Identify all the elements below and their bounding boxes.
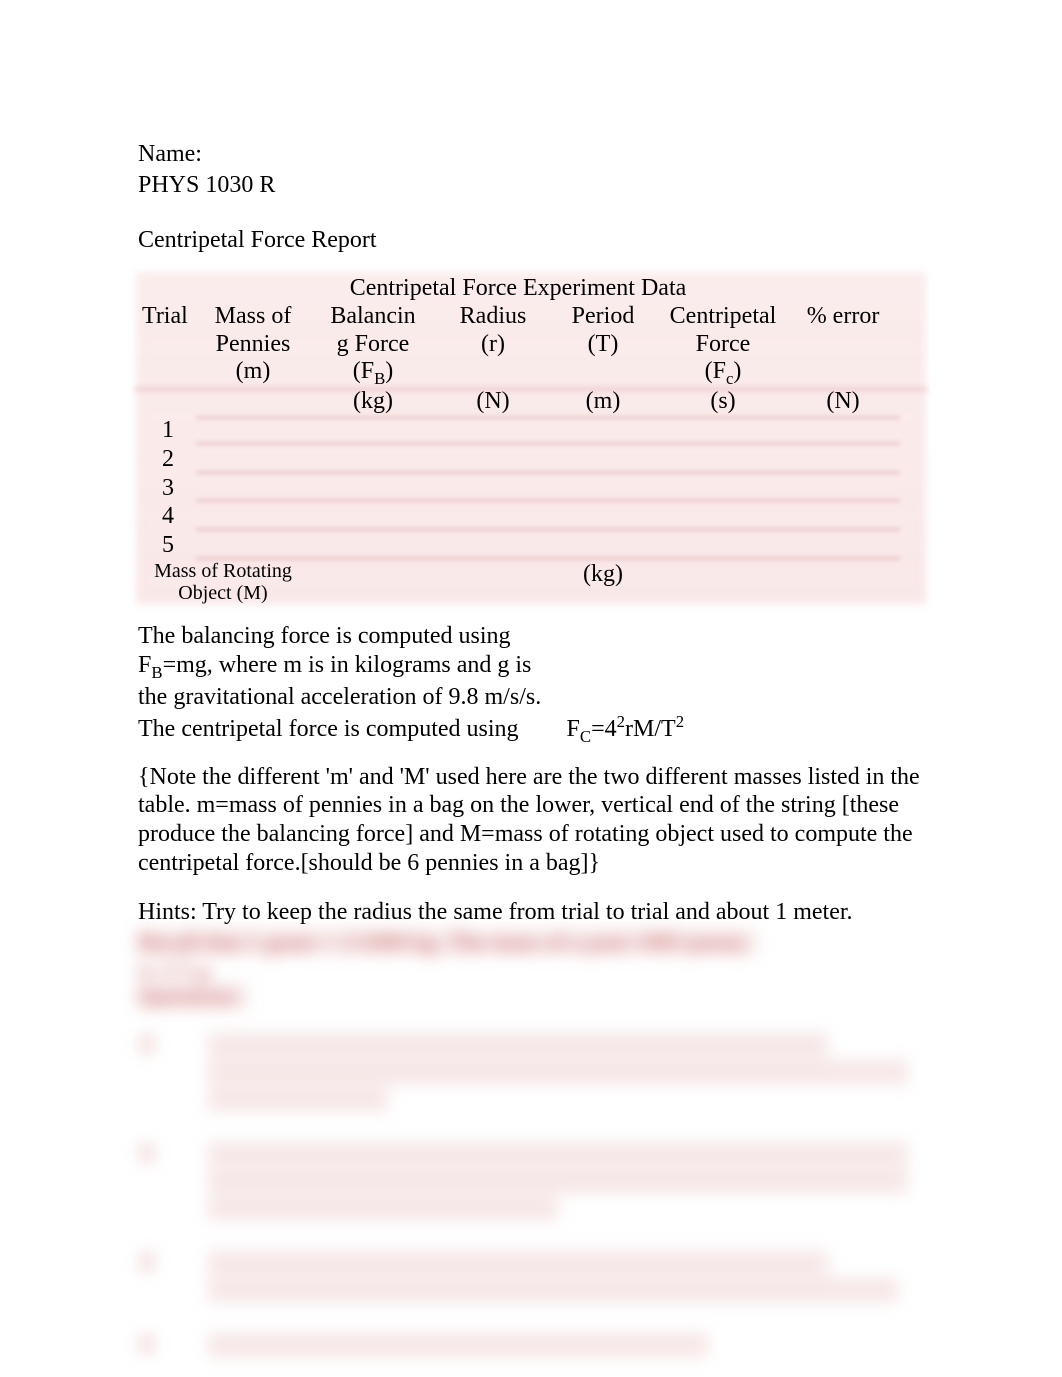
- name-label: Name:: [138, 141, 202, 167]
- course-suffix-blurred: [281, 177, 421, 195]
- col-mass-2: Pennies: [198, 331, 308, 359]
- questions-heading-blurred: Questions:: [138, 983, 248, 1009]
- trial-num: 3: [138, 474, 198, 503]
- col-bal-3: (FB): [308, 358, 438, 388]
- trial-num: 5: [138, 531, 198, 560]
- formula-line-1: The balancing force is computed using FB…: [138, 622, 924, 683]
- table-caption-row: Centripetal Force Experiment Data: [138, 272, 924, 303]
- col-cen-unit: (N): [788, 388, 898, 416]
- question-text-blurred: [208, 1142, 924, 1223]
- formula-line-3: The centripetal force is computed using …: [138, 712, 924, 747]
- col-trial: Trial: [138, 303, 198, 331]
- formula-line-2: the gravitational acceleration of 9.8 m/…: [138, 683, 924, 712]
- col-per-unit: (s): [658, 388, 788, 416]
- col-rad-2: (r): [438, 331, 548, 359]
- col-rad-unit: (m): [548, 388, 658, 416]
- col-bal-2: g Force: [308, 331, 438, 359]
- table-row: 2: [138, 445, 924, 474]
- footer-unit: (kg): [308, 560, 898, 604]
- question-item: [138, 1142, 924, 1223]
- questions-list: [138, 1033, 924, 1360]
- table-caption: Centripetal Force Experiment Data: [138, 272, 898, 303]
- col-cen-1: Centripetal: [658, 303, 788, 331]
- data-table-wrap: Centripetal Force Experiment Data Trial …: [138, 272, 924, 604]
- table-footer-row: Mass of Rotating Object (M) (kg): [138, 560, 924, 604]
- hints-blurred-line: Recall that 1 gram = 1/1000 kg. The mass…: [138, 929, 758, 955]
- table-header-row-3: (m) (FB) (Fc): [138, 358, 924, 388]
- col-cen-2: Force: [658, 331, 788, 359]
- page-title: Centripetal Force Report: [138, 226, 924, 255]
- table-row: 1: [138, 416, 924, 445]
- question-item: [138, 1333, 924, 1360]
- col-err: % error: [788, 303, 898, 331]
- col-bal-unit: (N): [438, 388, 548, 416]
- note-line: centripetal force.[should be 6 pennies i…: [138, 849, 924, 878]
- col-cen-3: (Fc): [658, 358, 788, 388]
- name-line: Name:: [138, 140, 924, 169]
- table-row: 4: [138, 502, 924, 531]
- note-paragraph: {Note the different 'm' and 'M' used her…: [138, 763, 924, 878]
- course-code: PHYS 1030 R: [138, 172, 275, 198]
- question-text-blurred: [208, 1033, 924, 1114]
- col-per-2: (T): [548, 331, 658, 359]
- question-number-blurred: [138, 1251, 156, 1273]
- formula-paragraph: The balancing force is computed using FB…: [138, 622, 924, 747]
- table-row: 5: [138, 531, 924, 560]
- name-value-blurred: [208, 146, 468, 164]
- question-item: [138, 1251, 924, 1305]
- table-unit-row: (kg) (N) (m) (s) (N): [138, 388, 924, 416]
- question-number-blurred: [138, 1033, 156, 1055]
- table-header-row-1: Trial Mass of Balancin Radius Period Cen…: [138, 303, 924, 331]
- question-item: [138, 1033, 924, 1114]
- footer-label: Mass of Rotating Object (M): [138, 560, 308, 604]
- col-rad-1: Radius: [438, 303, 548, 331]
- question-text-blurred: [208, 1251, 924, 1305]
- col-mass-1: Mass of: [198, 303, 308, 331]
- note-line: table. m=mass of pennies in a bag on the…: [138, 791, 924, 820]
- question-text-blurred: [208, 1333, 924, 1360]
- note-line: produce the balancing force] and M=mass …: [138, 820, 924, 849]
- col-bal-1: Balancin: [308, 303, 438, 331]
- table-header-row-2: Pennies g Force (r) (T) Force: [138, 331, 924, 359]
- col-mass-3: (m): [198, 358, 308, 388]
- data-table: Centripetal Force Experiment Data Trial …: [138, 272, 924, 604]
- trial-num: 2: [138, 445, 198, 474]
- hints-line: Hints: Try to keep the radius the same f…: [138, 898, 924, 927]
- question-number-blurred: [138, 1333, 156, 1355]
- table-row: 3: [138, 474, 924, 503]
- note-line: {Note the different 'm' and 'M' used her…: [138, 763, 924, 792]
- col-per-1: Period: [548, 303, 658, 331]
- col-mass-unit: (kg): [308, 388, 438, 416]
- course-line: PHYS 1030 R: [138, 171, 924, 200]
- question-number-blurred: [138, 1142, 156, 1164]
- trial-num: 4: [138, 502, 198, 531]
- trial-num: 1: [138, 416, 198, 445]
